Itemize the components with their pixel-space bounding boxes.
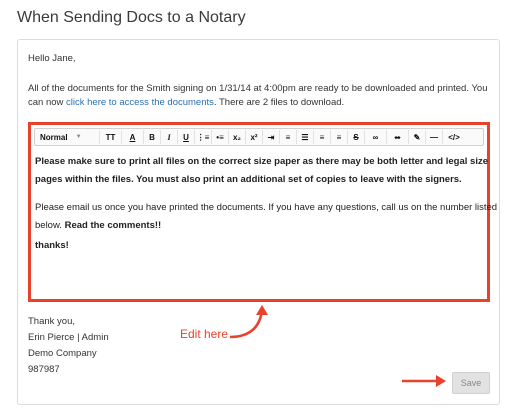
email-body-line2: can now click here to access the documen… xyxy=(28,94,344,111)
font-size-button[interactable]: TT xyxy=(100,130,122,144)
unordered-list-button[interactable]: •≡ xyxy=(212,130,229,144)
subscript-icon: x₂ xyxy=(232,132,241,142)
align-justify-button[interactable]: ☰ xyxy=(297,130,314,144)
edit-here-annotation: Edit here xyxy=(180,327,229,341)
clear-format-icon: ✎ xyxy=(413,132,421,142)
ordered-list-button[interactable]: ⋮≡ xyxy=(195,130,212,144)
align-center-button[interactable]: ≡ xyxy=(314,130,331,144)
align-left-button[interactable]: ≡ xyxy=(280,130,297,144)
signature-line4: 987987 xyxy=(28,364,60,375)
indent-button[interactable]: ⇥ xyxy=(263,130,280,144)
edit-here-arrow-icon xyxy=(229,305,268,339)
editor-paragraph-2-emphasis: Read the comments!! xyxy=(64,220,162,231)
strikethrough-button[interactable]: S xyxy=(348,130,365,144)
editor-content[interactable]: Please make sure to print all files on t… xyxy=(35,153,498,265)
indent-icon: ⇥ xyxy=(267,132,275,142)
align-right-icon: ≡ xyxy=(336,132,342,142)
text-color-button[interactable]: A xyxy=(122,130,144,144)
superscript-button[interactable]: x² xyxy=(246,130,263,144)
align-left-alt-icon: ☰ xyxy=(301,132,309,142)
ordered-list-icon: ⋮≡ xyxy=(196,132,210,142)
bold-icon: B xyxy=(149,132,155,142)
unlink-button[interactable]: ∞ xyxy=(387,130,409,144)
signature-line3: Demo Company xyxy=(28,348,97,359)
editor-toolbar: Normal ▼ TT A B I U ⋮≡ •≡ x₂ x² ⇥ ≡ ☰ ≡ … xyxy=(34,128,484,146)
editor-paragraph-3: thanks! xyxy=(35,240,69,251)
email-body-line2-suffix: . There are 2 files to download. xyxy=(213,97,345,108)
bold-button[interactable]: B xyxy=(144,130,161,144)
link-icon: ∞ xyxy=(372,132,379,142)
rich-text-editor[interactable]: Normal ▼ TT A B I U ⋮≡ •≡ x₂ x² ⇥ ≡ ☰ ≡ … xyxy=(28,122,498,302)
editor-paragraph-2-line2: below. Read the comments!! xyxy=(35,217,483,235)
chevron-down-icon: ▼ xyxy=(75,134,82,140)
underline-button[interactable]: U xyxy=(178,130,195,144)
strikethrough-icon: S xyxy=(353,132,359,142)
unlink-icon: ∞ xyxy=(394,132,401,142)
clear-format-button[interactable]: ✎ xyxy=(409,130,426,144)
format-dropdown[interactable]: Normal ▼ xyxy=(38,130,100,144)
align-right-button[interactable]: ≡ xyxy=(331,130,348,144)
editor-paragraph-1-line1: Please make sure to print all files on t… xyxy=(35,156,488,167)
superscript-icon: x² xyxy=(250,132,258,142)
editor-paragraph-2: Please email us once you have printed th… xyxy=(35,199,498,235)
editor-paragraph-2-line1: Please email us once you have printed th… xyxy=(35,202,498,213)
horizontal-rule-icon: — xyxy=(430,132,438,142)
align-center-icon: ≡ xyxy=(319,132,325,142)
unordered-list-icon: •≡ xyxy=(216,132,224,142)
email-greeting: Hello Jane, xyxy=(28,53,76,64)
italic-icon: I xyxy=(167,132,171,142)
save-button[interactable]: Save xyxy=(452,372,490,394)
access-documents-link[interactable]: click here to access the documents xyxy=(66,97,214,108)
email-body-line2-prefix: can now xyxy=(28,97,67,108)
underline-icon: U xyxy=(183,132,189,142)
editor-paragraph-2-line2-prefix: below. xyxy=(35,220,65,231)
text-color-icon: A xyxy=(129,132,136,142)
subscript-button[interactable]: x₂ xyxy=(229,130,246,144)
format-dropdown-label: Normal xyxy=(40,132,68,142)
horizontal-rule-button[interactable]: — xyxy=(426,130,443,144)
code-view-button[interactable]: </> xyxy=(443,130,465,144)
page-title: When Sending Docs to a Notary xyxy=(17,9,246,26)
signature-line1: Thank you, xyxy=(28,316,75,327)
editor-paragraph-1-line2: pages within the files. You must also pr… xyxy=(35,174,462,185)
link-button[interactable]: ∞ xyxy=(365,130,387,144)
font-size-icon: TT xyxy=(105,132,116,142)
code-view-icon: </> xyxy=(448,132,460,142)
italic-button[interactable]: I xyxy=(161,130,178,144)
signature-line2: Erin Pierce | Admin xyxy=(28,332,109,343)
editor-paragraph-1: Please make sure to print all files on t… xyxy=(35,153,488,189)
align-left-icon: ≡ xyxy=(285,132,291,142)
save-pointer-arrow-icon xyxy=(402,375,446,387)
